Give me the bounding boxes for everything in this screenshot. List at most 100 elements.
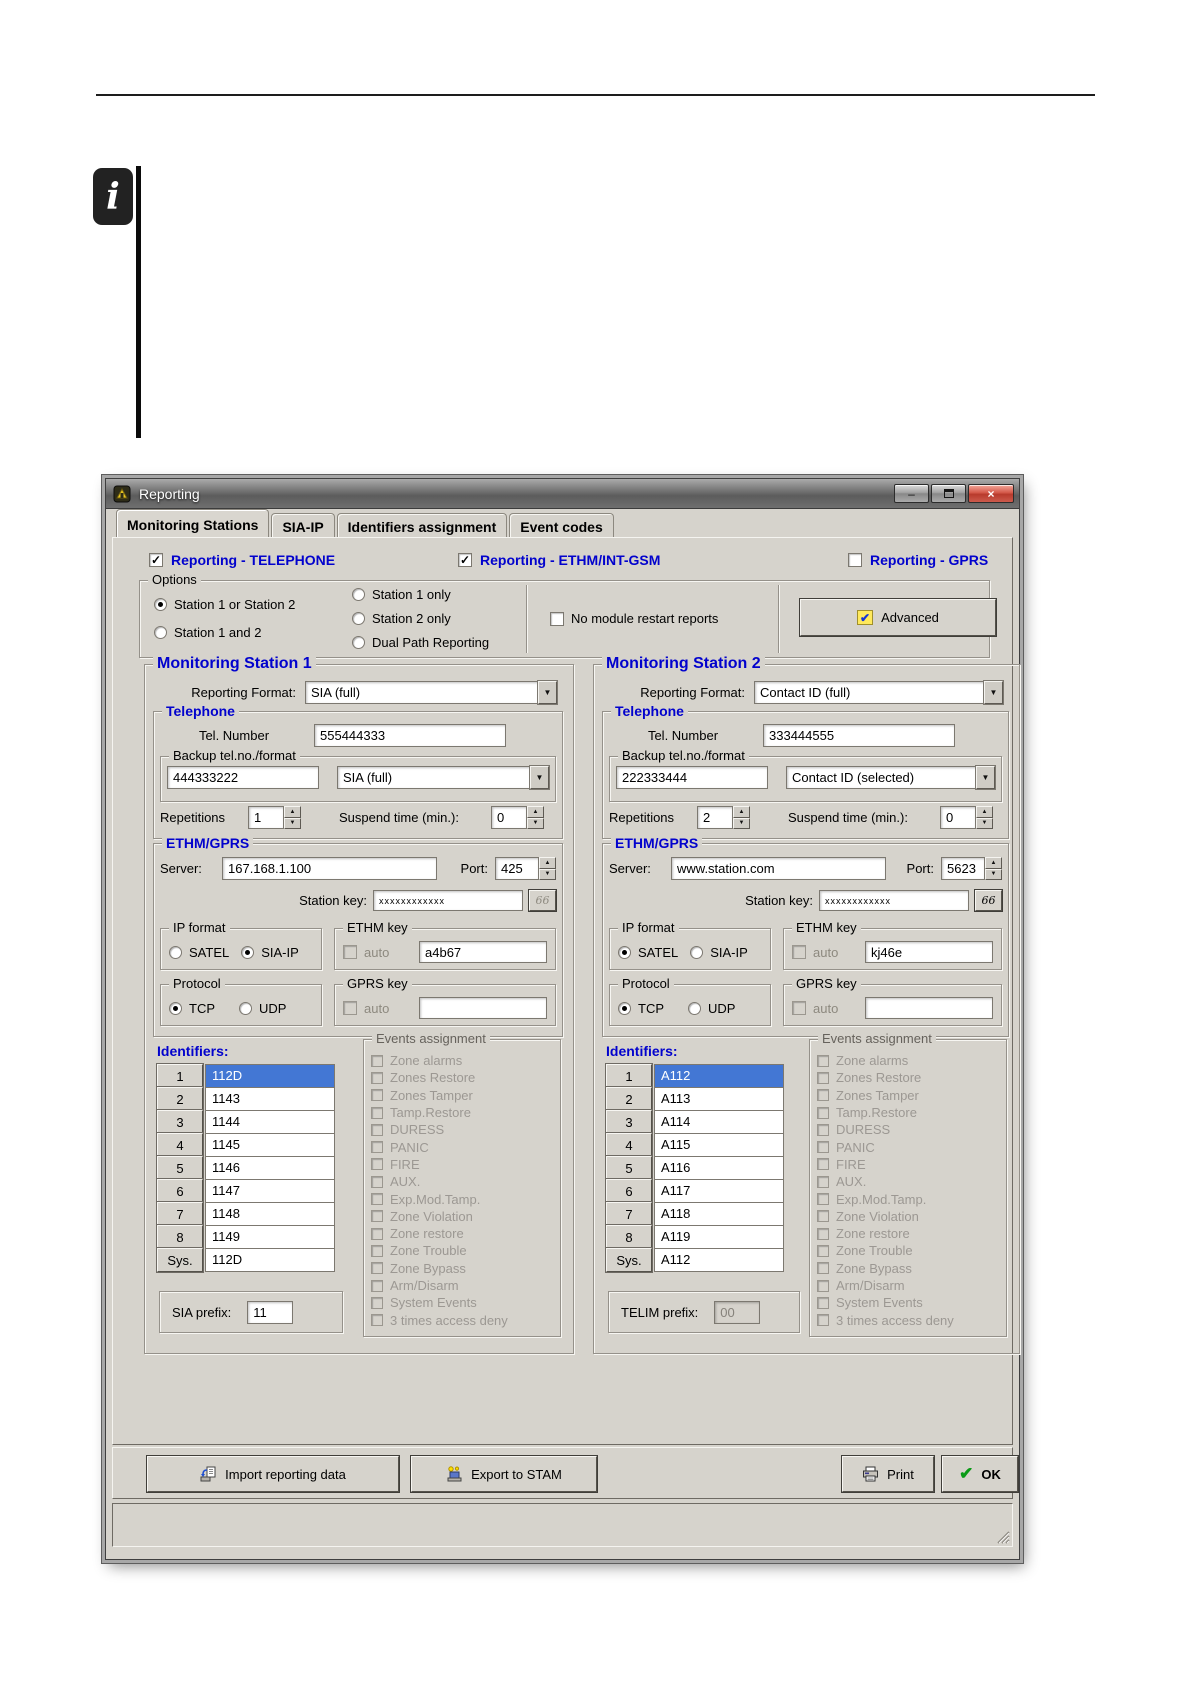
spin-down-button[interactable]: ▼ (539, 868, 556, 880)
spin-up-button[interactable]: ▲ (733, 806, 750, 818)
event-checkbox-row[interactable]: Zone Violation (371, 1208, 556, 1225)
radio-satel[interactable]: SATEL (169, 945, 229, 960)
event-checkbox-row[interactable]: Zone restore (817, 1225, 1002, 1242)
identifier-value[interactable]: 1146 (205, 1156, 335, 1180)
reporting-gprs-toggle[interactable]: ✓ Reporting - GPRS (848, 552, 988, 568)
advanced-button[interactable]: ✔ Advanced (799, 598, 997, 637)
station2-repetitions-stepper[interactable]: 2 ▲ ▼ (697, 806, 750, 829)
identifier-value[interactable]: A112 (654, 1064, 784, 1088)
ethm-key-auto-checkbox[interactable]: auto (343, 945, 389, 960)
radio-tcp[interactable]: TCP (169, 1001, 215, 1016)
event-checkbox-row[interactable]: System Events (371, 1294, 556, 1311)
station2-prefix-input[interactable]: 00 (714, 1300, 761, 1324)
reporting-telephone-toggle[interactable]: ✓ Reporting - TELEPHONE (149, 552, 335, 568)
ok-button[interactable]: ✔ OK (941, 1455, 1019, 1493)
event-checkbox-row[interactable]: AUX. (817, 1173, 1002, 1190)
no-module-restart-checkbox[interactable]: ✓ No module restart reports (550, 611, 718, 626)
tab[interactable]: Identifiers assignment (336, 513, 508, 537)
event-checkbox-row[interactable]: DURESS (817, 1121, 1002, 1138)
event-checkbox-row[interactable]: System Events (817, 1294, 1002, 1311)
event-checkbox-row[interactable]: PANIC (371, 1138, 556, 1155)
identifier-value[interactable]: 1145 (205, 1133, 335, 1157)
radio-sia-ip[interactable]: SIA-IP (690, 945, 748, 960)
event-checkbox-row[interactable]: 3 times access deny (817, 1311, 1002, 1328)
identifier-value[interactable]: A119 (654, 1225, 784, 1249)
station2-server-input[interactable]: www.station.com (671, 857, 886, 880)
chevron-down-icon[interactable]: ▼ (529, 765, 550, 790)
reporting-ethm-toggle[interactable]: ✓ Reporting - ETHM/INT-GSM (458, 552, 660, 568)
identifier-value[interactable]: A118 (654, 1202, 784, 1226)
import-reporting-data-button[interactable]: Import reporting data (146, 1455, 400, 1493)
station1-server-input[interactable]: 167.168.1.100 (222, 857, 437, 880)
chevron-down-icon[interactable]: ▼ (983, 680, 1004, 705)
spin-up-button[interactable]: ▲ (539, 857, 556, 869)
event-checkbox-row[interactable]: Zone Violation (817, 1208, 1002, 1225)
gprs-key-auto-checkbox[interactable]: auto (343, 1001, 389, 1016)
spin-up-button[interactable]: ▲ (527, 806, 544, 818)
radio-station2-only[interactable]: Station 2 only (352, 611, 451, 626)
station1-prefix-input[interactable]: 11 (247, 1300, 294, 1324)
event-checkbox-row[interactable]: Tamp.Restore (371, 1104, 556, 1121)
station1-backup-number-input[interactable]: 444333222 (167, 766, 319, 789)
station2-port-stepper[interactable]: 5623 ▲ ▼ (941, 857, 1002, 880)
event-checkbox-row[interactable]: Zones Restore (817, 1069, 1002, 1086)
spin-down-button[interactable]: ▼ (527, 817, 544, 829)
event-checkbox-row[interactable]: Zone alarms (371, 1052, 556, 1069)
event-checkbox-row[interactable]: Zones Tamper (817, 1087, 1002, 1104)
tab[interactable]: Monitoring Stations (116, 509, 270, 537)
identifier-value[interactable]: A115 (654, 1133, 784, 1157)
event-checkbox-row[interactable]: 3 times access deny (371, 1311, 556, 1328)
station1-tel-number-input[interactable]: 555444333 (314, 724, 506, 747)
event-checkbox-row[interactable]: Exp.Mod.Tamp. (371, 1190, 556, 1207)
print-button[interactable]: Print (841, 1455, 935, 1493)
spin-down-button[interactable]: ▼ (284, 817, 301, 829)
identifier-value[interactable]: 1149 (205, 1225, 335, 1249)
identifier-value[interactable]: A117 (654, 1179, 784, 1203)
chevron-down-icon[interactable]: ▼ (975, 765, 996, 790)
radio-station1-only[interactable]: Station 1 only (352, 587, 451, 602)
station1-ethm-key-input[interactable]: a4b67 (419, 941, 547, 963)
close-button[interactable]: × (968, 484, 1014, 503)
resize-grip[interactable] (995, 1529, 1010, 1544)
station1-repetitions-stepper[interactable]: 1 ▲ ▼ (248, 806, 301, 829)
radio-udp[interactable]: UDP (688, 1001, 735, 1016)
spin-up-button[interactable]: ▲ (284, 806, 301, 818)
view-station-key-button[interactable]: 66 (974, 889, 1003, 912)
station2-gprs-key-input[interactable] (865, 997, 993, 1019)
radio-satel[interactable]: SATEL (618, 945, 678, 960)
radio-tcp[interactable]: TCP (618, 1001, 664, 1016)
ethm-key-auto-checkbox[interactable]: auto (792, 945, 838, 960)
event-checkbox-row[interactable]: Zones Restore (371, 1069, 556, 1086)
minimize-button[interactable]: – (894, 484, 929, 503)
station1-suspend-stepper[interactable]: 0 ▲ ▼ (491, 806, 544, 829)
station2-suspend-stepper[interactable]: 0 ▲ ▼ (940, 806, 993, 829)
maximize-button[interactable] (931, 484, 966, 503)
radio-dual-path[interactable]: Dual Path Reporting (352, 635, 489, 650)
event-checkbox-row[interactable]: Zone Bypass (817, 1260, 1002, 1277)
identifier-value[interactable]: 112D (205, 1248, 335, 1272)
radio-station1-or-2[interactable]: Station 1 or Station 2 (154, 597, 295, 612)
station1-station-key-input[interactable]: xxxxxxxxxxxx (373, 890, 523, 911)
radio-udp[interactable]: UDP (239, 1001, 286, 1016)
tab[interactable]: SIA-IP (271, 513, 335, 537)
event-checkbox-row[interactable]: AUX. (371, 1173, 556, 1190)
spin-up-button[interactable]: ▲ (985, 857, 1002, 869)
station2-tel-number-input[interactable]: 333444555 (763, 724, 955, 747)
chevron-down-icon[interactable]: ▼ (537, 680, 558, 705)
station1-port-stepper[interactable]: 425 ▲ ▼ (495, 857, 556, 880)
identifier-value[interactable]: 1144 (205, 1110, 335, 1134)
tab[interactable]: Event codes (509, 513, 614, 537)
radio-station1-and-2[interactable]: Station 1 and 2 (154, 625, 261, 640)
identifier-value[interactable]: A113 (654, 1087, 784, 1111)
station1-gprs-key-input[interactable] (419, 997, 547, 1019)
identifier-value[interactable]: A114 (654, 1110, 784, 1134)
event-checkbox-row[interactable]: PANIC (817, 1138, 1002, 1155)
identifier-value[interactable]: 1147 (205, 1179, 335, 1203)
event-checkbox-row[interactable]: FIRE (371, 1156, 556, 1173)
identifier-value[interactable]: 1148 (205, 1202, 335, 1226)
station1-backup-format-select[interactable]: SIA (full) ▼ (337, 765, 550, 790)
identifier-value[interactable]: A112 (654, 1248, 784, 1272)
event-checkbox-row[interactable]: Tamp.Restore (817, 1104, 1002, 1121)
station2-backup-format-select[interactable]: Contact ID (selected) ▼ (786, 765, 996, 790)
event-checkbox-row[interactable]: Zone Trouble (371, 1242, 556, 1259)
